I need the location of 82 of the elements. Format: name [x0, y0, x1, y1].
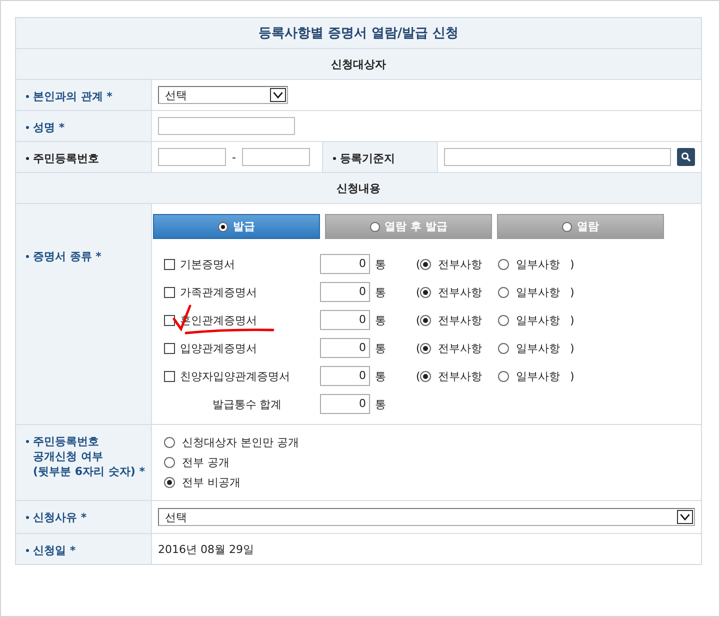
scope-label: 일부사항	[516, 256, 560, 272]
unit-label: 통	[374, 256, 387, 272]
scope-label: 일부사항	[516, 312, 560, 328]
paren: )	[570, 258, 576, 270]
radio-button[interactable]	[498, 258, 509, 270]
radio-button[interactable]	[498, 314, 509, 326]
radio-button[interactable]	[164, 437, 175, 448]
paren: )	[570, 286, 576, 298]
count-field[interactable]: 0	[320, 282, 370, 302]
scope-label: 전부사항	[438, 256, 482, 272]
unit-label: 통	[374, 284, 387, 300]
count-field[interactable]: 0	[320, 394, 370, 414]
certificate-name: 가족관계증명서	[180, 286, 257, 298]
field-label: 신청사유 *	[26, 510, 87, 525]
scope-label: 일부사항	[516, 368, 560, 384]
radio-button[interactable]	[498, 342, 509, 354]
field-label: 증명서 종류 *	[26, 249, 102, 264]
resident-number-field[interactable]	[242, 148, 310, 166]
scope-label: 일부사항	[516, 340, 560, 356]
count-field[interactable]: 0	[320, 366, 370, 386]
checkbox[interactable]	[164, 258, 175, 270]
count-field[interactable]: 0	[320, 254, 370, 274]
certificate-name: 친양자입양관계증명서	[180, 370, 290, 382]
unit-label: 통	[374, 312, 387, 328]
reason-select[interactable]: 선택	[158, 508, 695, 526]
option-label: 전부 비공개	[182, 475, 240, 490]
checkbox[interactable]	[164, 370, 175, 382]
registry-field[interactable]	[444, 148, 671, 166]
search-button[interactable]	[677, 148, 695, 166]
scope-label: 전부사항	[438, 340, 482, 356]
paren: (	[415, 342, 420, 354]
date-value: 2016년 08월 29일	[158, 542, 254, 556]
checkbox[interactable]	[164, 342, 175, 354]
paren: )	[570, 370, 576, 382]
paren: )	[570, 314, 576, 326]
radio-button[interactable]	[498, 286, 509, 298]
radio-button[interactable]	[164, 477, 175, 488]
field-label: 본인과의 관계 *	[26, 89, 112, 104]
dropdown-icon	[677, 510, 693, 524]
dash-separator: -	[232, 150, 236, 164]
paren: (	[415, 286, 420, 298]
checkbox[interactable]	[164, 286, 175, 298]
scope-label: 전부사항	[438, 312, 482, 328]
section-header: 신청내용	[16, 172, 701, 203]
option-label: 전부 공개	[182, 455, 230, 470]
radio-button[interactable]	[420, 258, 431, 270]
radio-button[interactable]	[420, 314, 431, 326]
field-label: 주민등록번호	[26, 151, 99, 166]
paren: (	[415, 370, 420, 382]
dropdown-icon	[270, 88, 286, 102]
unit-label: 통	[374, 396, 387, 412]
field-label: 신청일 *	[26, 543, 76, 558]
field-label: 주민등록번호 공개신청 여부 (뒷부분 6자리 숫자) *	[26, 434, 145, 479]
resident-number-field[interactable]	[158, 148, 226, 166]
field-label: 성명 *	[26, 120, 65, 135]
section-header: 신청대상자	[16, 48, 701, 79]
form-title: 등록사항별 증명서 열람/발급 신청	[16, 18, 701, 48]
scope-label: 전부사항	[438, 284, 482, 300]
field-label: 등록기준지	[333, 151, 395, 166]
total-label: 발급통수 합계	[211, 396, 283, 412]
radio-button[interactable]	[420, 342, 431, 354]
unit-label: 통	[374, 340, 387, 356]
radio-button[interactable]	[498, 370, 509, 382]
count-field[interactable]: 0	[320, 310, 370, 330]
certificate-name: 입양관계증명서	[180, 342, 257, 354]
name-field[interactable]	[158, 117, 295, 135]
option-label: 신청대상자 본인만 공개	[182, 435, 299, 450]
certificate-name: 기본증명서	[180, 258, 235, 270]
tab[interactable]: 발급	[153, 214, 320, 239]
relation-select[interactable]: 선택	[158, 86, 288, 104]
checkbox[interactable]	[164, 314, 175, 326]
unit-label: 통	[374, 368, 387, 384]
paren: )	[570, 342, 576, 354]
radio-button[interactable]	[420, 286, 431, 298]
paren: (	[415, 258, 420, 270]
count-field[interactable]: 0	[320, 338, 370, 358]
scope-label: 전부사항	[438, 368, 482, 384]
radio-button[interactable]	[164, 457, 175, 468]
radio-button[interactable]	[420, 370, 431, 382]
search-icon	[681, 152, 691, 162]
paren: (	[415, 314, 420, 326]
scope-label: 일부사항	[516, 284, 560, 300]
